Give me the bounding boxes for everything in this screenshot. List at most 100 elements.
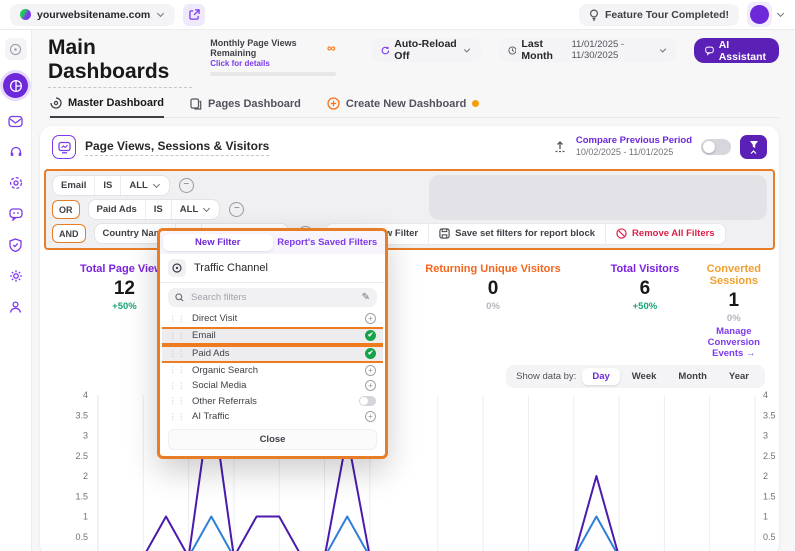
popup-close-button[interactable]: Close [168,429,377,450]
filter-option-organic-search[interactable]: ⋮⋮Organic Search+ [162,363,383,379]
date-range-select[interactable]: Last Month 11/01/2025 - 11/30/2025 [499,38,676,62]
user-menu[interactable] [747,2,772,27]
report-card: Page Views, Sessions & Visitors Compare … [40,126,779,551]
svg-text:3.5: 3.5 [763,410,776,420]
feature-tour-badge[interactable]: Feature Tour Completed! [579,4,739,26]
site-selector[interactable]: yourwebsitename.com [10,4,175,26]
conjunction-badge[interactable]: AND [52,224,86,243]
export-icon[interactable] [553,140,567,155]
category-back-button[interactable] [168,259,186,277]
compare-toggle[interactable] [701,139,731,155]
stats-row: Total Page Views 12 +50% Returning Uniqu… [40,250,779,359]
ai-assistant-button[interactable]: AI Assistant [694,38,779,63]
quota-details-link[interactable]: Click for details [210,59,335,68]
manage-conversion-events-link[interactable]: Manage Conversion Events → [707,326,761,359]
filter-pill-paid-ads[interactable]: Paid Ads IS ALL [88,199,221,220]
filter-option-email[interactable]: ⋮⋮Email✔ [162,327,383,345]
chevron-down-icon [157,10,164,17]
sidebar-item-settings[interactable] [5,265,27,287]
add-option-icon[interactable]: + [365,411,376,422]
drag-handle-icon[interactable]: ⋮⋮ [169,332,186,340]
filter-value: ALL [129,180,147,191]
sidebar-item-security[interactable] [5,234,27,256]
drag-handle-icon[interactable]: ⋮⋮ [169,382,186,390]
drag-handle-icon[interactable]: ⋮⋮ [169,350,186,358]
refresh-icon [381,45,390,56]
quota-label: Monthly Page Views Remaining [210,38,327,58]
popup-tab-new-filter[interactable]: New Filter [163,234,273,251]
add-option-icon[interactable]: + [365,313,376,324]
granularity-week[interactable]: Week [622,368,667,385]
shield-icon [9,238,22,252]
toggle-off-icon[interactable] [359,396,376,406]
filter-pill-email[interactable]: Email IS ALL [52,175,170,196]
stat-label: Converted Sessions [707,263,761,287]
granularity-month[interactable]: Month [668,368,717,385]
popup-tab-saved-filters[interactable]: Report's Saved Filters [273,234,383,251]
sidebar-item-chat[interactable] [5,203,27,225]
topbar: yourwebsitename.com Feature Tour Complet… [0,0,795,30]
filter-field[interactable]: Email [53,176,95,195]
filter-option-direct-visit[interactable]: ⋮⋮Direct Visit+ [162,311,383,327]
filter-option-other-referrals[interactable]: ⋮⋮ Other Referrals [162,394,383,410]
filter-option-label: Other Referrals [192,396,257,407]
svg-text:4: 4 [763,390,768,400]
drag-handle-icon[interactable]: ⋮⋮ [169,315,186,323]
sidebar-item-explore[interactable] [5,38,27,60]
filter-option-paid-ads[interactable]: ⋮⋮Paid Ads✔ [162,345,383,363]
drag-handle-icon[interactable]: ⋮⋮ [169,397,186,405]
add-option-icon[interactable]: + [365,365,376,376]
tab-pages-dashboard[interactable]: Pages Dashboard [190,97,301,117]
chevron-up-icon [750,150,757,154]
period-range: 11/01/2025 - 11/30/2025 [571,39,653,61]
tab-create-new-dashboard[interactable]: Create New Dashboard [327,97,479,117]
filter-option-ai-traffic[interactable]: ⋮⋮AI Traffic+ [162,409,383,425]
tab-label: Master Dashboard [68,97,164,109]
add-option-icon[interactable]: + [365,380,376,391]
svg-text:2.5: 2.5 [75,451,88,461]
page-title: Main Dashboards [48,36,192,88]
filter-search[interactable]: ✎ [168,288,377,307]
sidebar-item-profile[interactable] [5,296,27,318]
auto-reload-select[interactable]: Auto-Reload Off [372,38,481,62]
gear-icon [9,269,23,283]
filter-option-social-media[interactable]: ⋮⋮ Social Media + [162,378,383,394]
filter-category-label: Traffic Channel [194,262,268,274]
stat-returning-unique-visitors: Returning Unique Visitors 0 0% [403,263,583,312]
filter-operator[interactable]: IS [146,200,172,219]
remove-all-filters-button[interactable]: Remove All Filters [606,224,725,244]
sidebar-item-dashboard[interactable] [3,73,28,98]
tab-master-dashboard[interactable]: Master Dashboard [50,97,164,118]
filter-field[interactable]: Paid Ads [89,200,146,219]
filter-category-row[interactable]: Traffic Channel [160,254,385,283]
filter-option-label: Social Media [192,380,246,391]
filter-options-list: ⋮⋮Direct Visit+⋮⋮Email✔⋮⋮Paid Ads✔⋮⋮Orga… [160,311,385,425]
panel-icon [52,135,76,159]
granularity-year[interactable]: Year [719,368,759,385]
tab-label: Pages Dashboard [208,98,301,110]
svg-text:0.5: 0.5 [75,532,88,542]
sidebar-item-inbox[interactable] [5,110,27,132]
funnel-icon [749,140,759,149]
lightbulb-icon [589,9,599,21]
target-icon [172,263,182,273]
sidebar-item-tracking[interactable] [5,172,27,194]
filter-search-input[interactable] [189,291,357,304]
show-data-by: Show data by: Day Week Month Year [506,365,765,388]
drag-handle-icon[interactable]: ⋮⋮ [169,413,186,421]
clear-search-icon[interactable]: ✎ [362,292,370,303]
remove-filter-button[interactable]: − [179,178,194,193]
filter-operator[interactable]: IS [95,176,121,195]
open-site-button[interactable] [183,4,205,26]
filter-value: ALL [180,204,198,215]
stat-label: Returning Unique Visitors [403,263,583,275]
remove-filter-button[interactable]: − [229,202,244,217]
period-label: Last Month [521,38,566,62]
conjunction-badge[interactable]: OR [52,200,80,219]
sidebar-item-support[interactable] [5,141,27,163]
drag-handle-icon[interactable]: ⋮⋮ [169,366,186,374]
filters-button[interactable] [740,135,767,159]
svg-text:1.5: 1.5 [763,491,776,501]
granularity-day[interactable]: Day [582,368,619,385]
save-filter-set-button[interactable]: Save set filters for report block [429,224,606,244]
